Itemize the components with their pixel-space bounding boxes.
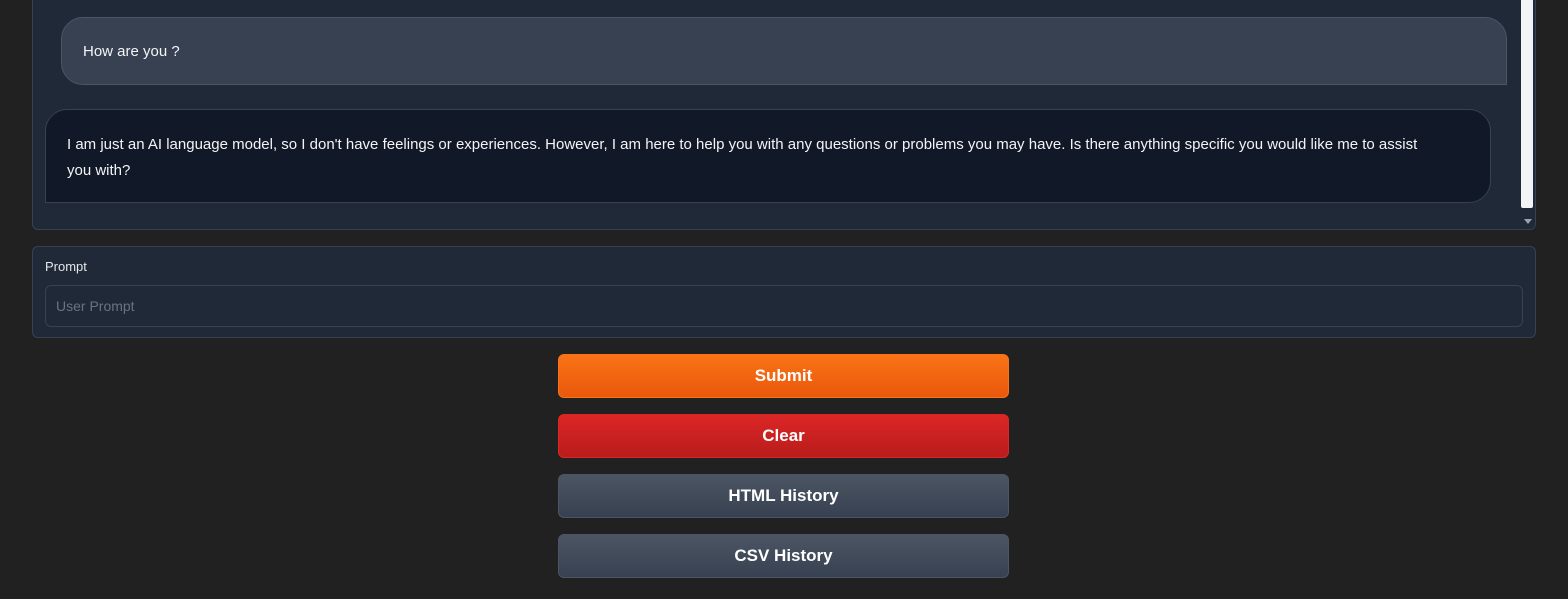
prompt-input[interactable] [45,285,1523,327]
clear-button[interactable]: Clear [558,414,1009,458]
chatbot-panel: How are you ? I am just an AI language m… [32,0,1536,230]
chat-scrollbar[interactable] [1519,0,1535,229]
bot-message-text: I am just an AI language model, so I don… [67,136,1418,179]
submit-button[interactable]: Submit [558,354,1009,398]
prompt-block: Prompt [32,246,1536,338]
scrollbar-thumb[interactable] [1521,0,1533,208]
html-history-button[interactable]: HTML History [558,474,1009,518]
csv-history-button[interactable]: CSV History [558,534,1009,578]
user-message: How are you ? [61,17,1507,85]
user-message-text: How are you ? [83,42,180,60]
scroll-down-arrow-icon[interactable] [1524,219,1532,224]
bot-message: I am just an AI language model, so I don… [45,109,1491,203]
prompt-label: Prompt [45,259,87,274]
